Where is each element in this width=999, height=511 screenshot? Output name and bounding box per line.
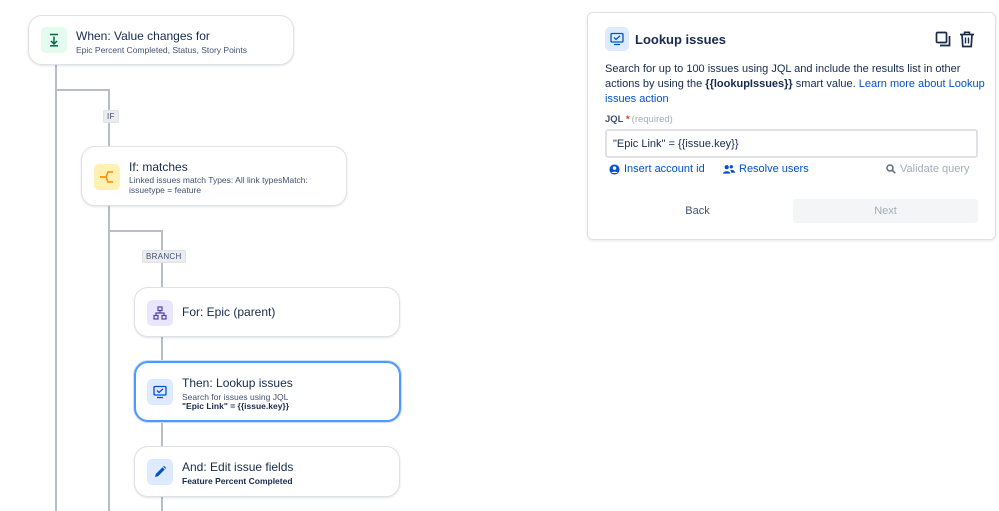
lookup-title: Then: Lookup issues xyxy=(182,376,293,390)
branch-title: For: Epic (parent) xyxy=(182,305,276,319)
connector-line xyxy=(108,230,163,232)
hierarchy-icon xyxy=(147,300,173,326)
smart-value: {{lookupIssues}} xyxy=(705,78,793,90)
connector-line xyxy=(108,205,110,511)
trigger-title: When: Value changes for xyxy=(76,29,210,43)
required-hint: (required) xyxy=(631,114,673,125)
connector-line xyxy=(55,89,110,91)
search-icon xyxy=(886,164,896,174)
connector-line xyxy=(161,336,163,362)
edit-subtitle: Feature Percent Completed xyxy=(182,476,293,486)
lookup-issues-panel: Lookup issues Search for up to 100 issue… xyxy=(587,12,996,240)
copy-icon[interactable] xyxy=(933,29,953,49)
connector-line xyxy=(161,421,163,447)
panel-title: Lookup issues xyxy=(635,32,727,47)
if-tag: IF xyxy=(103,110,119,123)
branch-card[interactable]: For: Epic (parent) xyxy=(134,287,400,337)
trigger-down-arrow-icon xyxy=(41,27,67,53)
insert-account-id-button[interactable]: Insert account id xyxy=(609,163,705,175)
edit-title: And: Edit issue fields xyxy=(182,460,294,474)
pencil-icon xyxy=(147,459,173,485)
branch-icon xyxy=(94,164,120,190)
panel-description: Search for up to 100 issues using JQL an… xyxy=(605,63,985,105)
lookup-icon xyxy=(147,379,173,405)
jql-label: JQL * (required) xyxy=(605,114,673,125)
lookup-subtitle-jql: "Epic Link" = {{issue.key}} xyxy=(182,401,290,411)
required-mark: * xyxy=(625,114,630,125)
edit-card[interactable]: And: Edit issue fields Feature Percent C… xyxy=(134,446,400,497)
lookup-card[interactable]: Then: Lookup issues Search for issues us… xyxy=(134,361,401,422)
jql-input[interactable] xyxy=(605,129,978,158)
trigger-subtitle: Epic Percent Completed, Status, Story Po… xyxy=(76,45,248,55)
trash-icon[interactable] xyxy=(957,29,977,49)
branch-tag: BRANCH xyxy=(142,250,186,263)
lookup-icon xyxy=(605,27,629,51)
condition-subtitle: Linked issues match Types: All link type… xyxy=(129,175,308,195)
validate-query-button[interactable]: Validate query xyxy=(886,163,970,175)
connector-line xyxy=(161,496,163,511)
user-circle-icon xyxy=(609,163,620,175)
trigger-card[interactable]: When: Value changes for Epic Percent Com… xyxy=(28,15,294,65)
back-button[interactable]: Back xyxy=(605,199,790,223)
connector-line xyxy=(55,65,57,511)
condition-card[interactable]: If: matches Linked issues match Types: A… xyxy=(81,146,347,206)
next-button[interactable]: Next xyxy=(793,199,978,223)
users-icon xyxy=(723,164,735,174)
resolve-users-button[interactable]: Resolve users xyxy=(723,163,809,175)
condition-title: If: matches xyxy=(129,160,188,174)
